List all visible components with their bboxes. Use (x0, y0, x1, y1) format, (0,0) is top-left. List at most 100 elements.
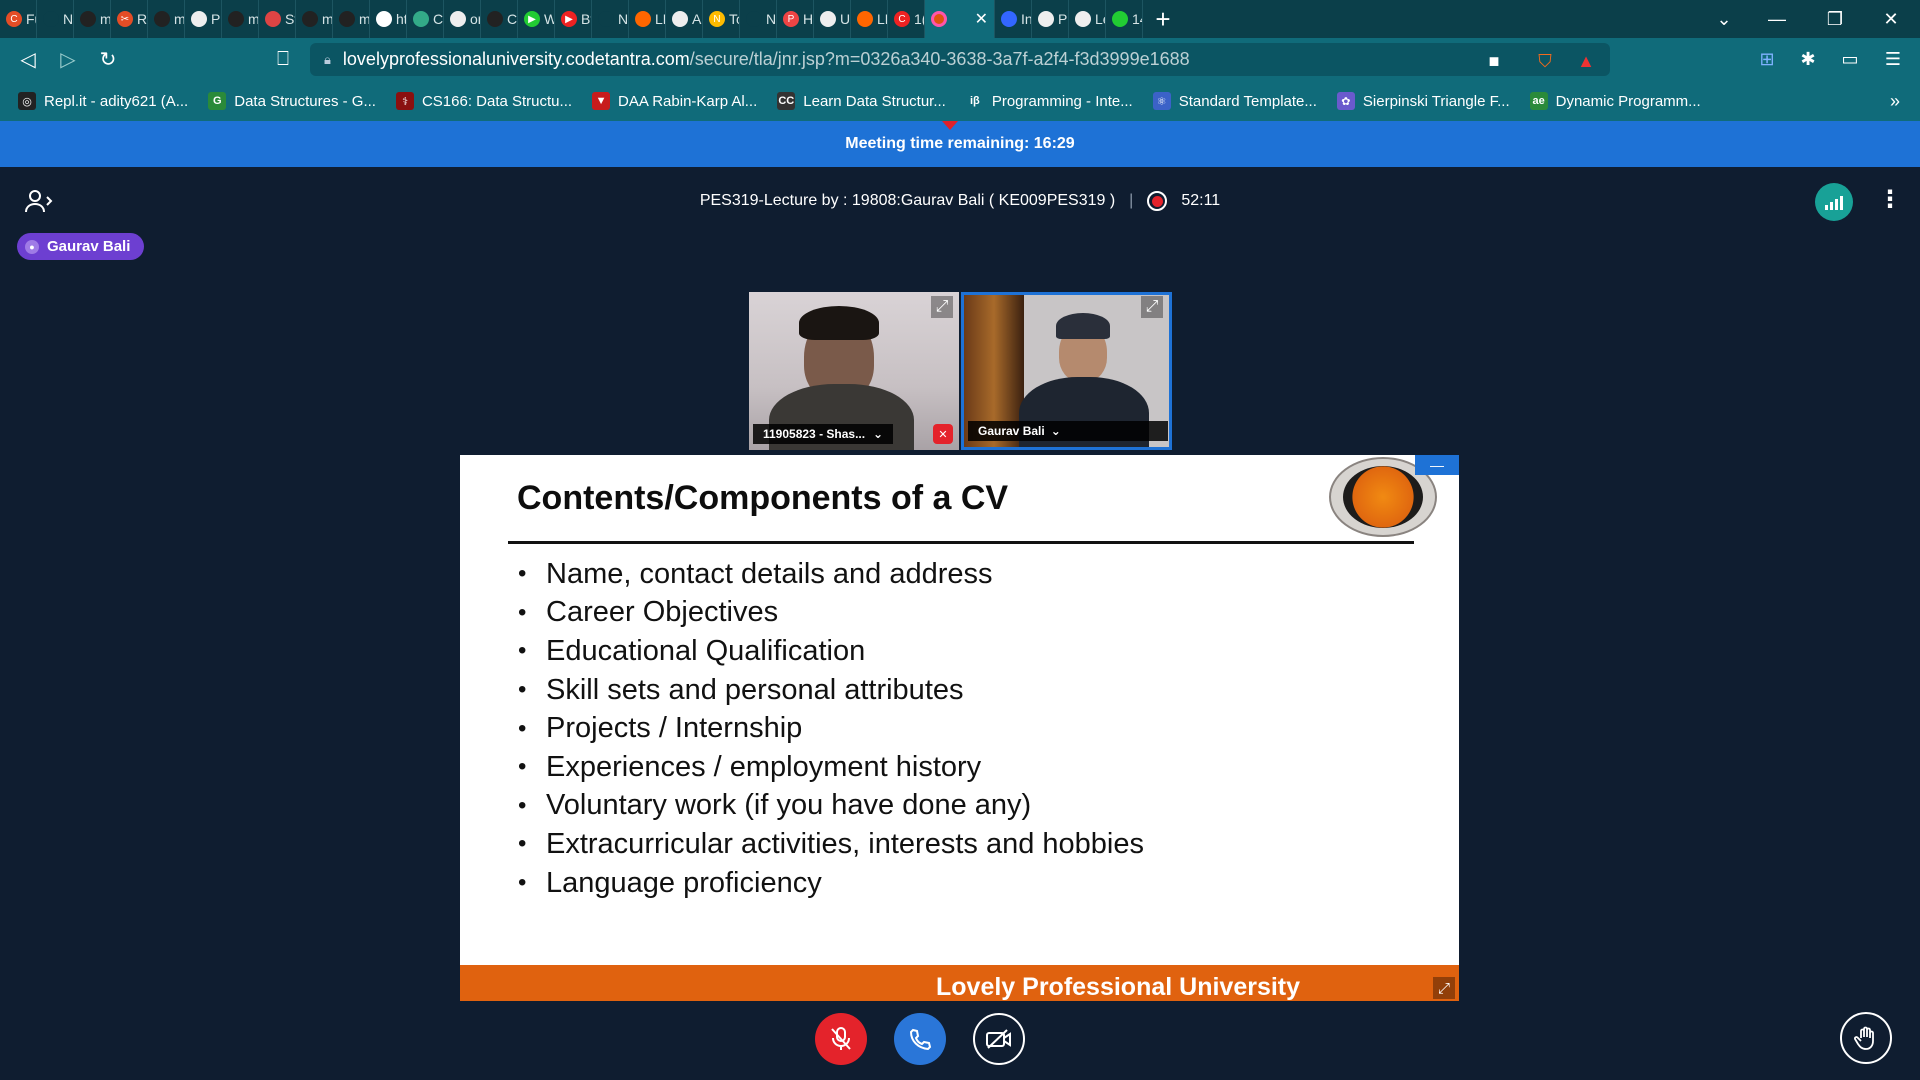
meeting-title: PES319-Lecture by : 19808:Gaurav Bali ( … (699, 192, 1116, 209)
brave-shield-icon[interactable]: ⛉ (1525, 40, 1565, 83)
browser-tab[interactable]: m (222, 0, 259, 38)
browser-tab[interactable]: New T (592, 0, 629, 38)
tab-favicon-icon (672, 11, 688, 27)
camera-off-button[interactable] (973, 1013, 1025, 1065)
menu-icon[interactable]: ☰ (1873, 38, 1913, 81)
tab-favicon-icon (820, 11, 836, 27)
recording-favicon-icon (931, 11, 947, 27)
new-tab-button[interactable]: + (1143, 0, 1183, 38)
bookmark-label: Standard Template... (1178, 92, 1317, 110)
browser-tab[interactable]: A (666, 0, 703, 38)
video-tile-student[interactable]: ⤢ 11905823 - Shas... ⌄ ✕ (749, 292, 959, 450)
expand-tile-icon[interactable]: ⤢ (931, 296, 953, 318)
tile-participant-name: Gaurav Bali (978, 424, 1045, 438)
browser-tab[interactable]: NTc (703, 0, 740, 38)
tab-favicon-icon (339, 11, 355, 27)
browser-tab[interactable]: or (444, 0, 481, 38)
tab-label: m (322, 11, 333, 27)
bookmark-item[interactable]: ae Dynamic Programm... (1529, 92, 1701, 110)
browser-tab[interactable]: New T (740, 0, 777, 38)
browser-tab[interactable]: ▶W (518, 0, 555, 38)
expand-tile-icon[interactable]: ⤢ (1141, 296, 1163, 318)
tab-favicon-icon (635, 11, 651, 27)
tab-label: m (174, 11, 185, 27)
browser-tab[interactable]: CFu (0, 0, 37, 38)
browser-tab[interactable]: m (74, 0, 111, 38)
browser-tab[interactable]: Ul (814, 0, 851, 38)
tab-search-dropdown-icon[interactable]: ⌄ (1695, 0, 1753, 38)
bookmark-item[interactable]: G Data Structures - G... (208, 92, 376, 110)
tile-name-bar[interactable]: Gaurav Bali ⌄ (968, 421, 1168, 441)
tab-label: 1( (914, 11, 924, 27)
browser-tab[interactable]: Le (1069, 0, 1106, 38)
forward-icon[interactable]: ▷ (48, 40, 88, 80)
bookmark-item[interactable]: ▼ DAA Rabin-Karp Al... (592, 92, 757, 110)
camera-icon[interactable]: ■ (1474, 40, 1514, 83)
browser-tab[interactable]: Ca (407, 0, 444, 38)
network-signal-icon[interactable] (1815, 183, 1853, 221)
browser-tab[interactable]: ✂Rc (111, 0, 148, 38)
address-bar[interactable]: 🔒︎ lovelyprofessionaluniversity.codetant… (310, 43, 1610, 76)
bookmarks-overflow-icon[interactable]: » (1890, 81, 1900, 121)
wallet-icon[interactable]: ▭ (1830, 38, 1870, 81)
browser-tab[interactable]: In (995, 0, 1032, 38)
slide-bullet-list: Name, contact details and addressCareer … (518, 555, 1144, 902)
reload-icon[interactable]: ↻ (88, 40, 128, 80)
tab-label: Pr (1058, 11, 1068, 27)
url-host: lovelyprofessionaluniversity.codetantra.… (342, 49, 690, 69)
translate-icon[interactable]: ⊞ (1747, 38, 1787, 81)
bookmark-item[interactable]: ⚕ CS166: Data Structu... (395, 92, 572, 110)
browser-tab[interactable]: LF (851, 0, 888, 38)
minimize-button[interactable]: — (1748, 0, 1806, 38)
mic-icon: ● (25, 239, 39, 254)
browser-tab[interactable]: Pl (185, 0, 222, 38)
close-window-button[interactable]: ✕ (1862, 0, 1920, 38)
browser-tab[interactable]: Cc (481, 0, 518, 38)
browser-tab[interactable]: PH (777, 0, 814, 38)
leave-call-button[interactable] (894, 1013, 946, 1065)
rewards-icon[interactable]: ▲ (1566, 40, 1606, 83)
browser-tab[interactable]: m (296, 0, 333, 38)
bookmark-item[interactable]: CC Learn Data Structur... (777, 92, 946, 110)
bookmark-item[interactable]: ◎ Repl.it - adity621 (A... (18, 92, 188, 110)
tab-favicon-icon (228, 11, 244, 27)
restore-button[interactable]: ❐ (1806, 0, 1864, 38)
browser-tab[interactable]: m (148, 0, 185, 38)
tile-name-bar[interactable]: 11905823 - Shas... ⌄ (753, 424, 893, 444)
browser-tab[interactable]: New T (37, 0, 74, 38)
tab-favicon-icon (191, 11, 207, 27)
bookmark-item[interactable]: ✿ Sierpinski Triangle F... (1336, 92, 1510, 110)
mute-mic-button[interactable] (815, 1013, 867, 1065)
tile-participant-name: 11905823 - Shas... (763, 427, 866, 441)
browser-tab[interactable]: ▶Bt (555, 0, 592, 38)
browser-tab[interactable]: C1( (888, 0, 925, 38)
tab-favicon-icon: N (709, 11, 725, 27)
raise-hand-button[interactable] (1840, 1012, 1892, 1064)
browser-tab[interactable]: ▲ ht (370, 0, 407, 38)
browser-tab[interactable]: Sv (259, 0, 296, 38)
close-tab-icon[interactable]: ✕ (975, 9, 988, 29)
browser-toolbar: ◁ ▷ ↻ ⎕ 🔒︎ lovelyprofessionaluniversity.… (0, 38, 1920, 81)
slide-footer-text: Lovely Professional University (936, 973, 1301, 1001)
tab-favicon-icon (43, 11, 59, 27)
muted-mic-icon: ✕ (933, 424, 953, 444)
tab-favicon-icon (265, 11, 281, 27)
bookmark-item[interactable]: ⚛ Standard Template... (1152, 92, 1317, 110)
tab-favicon-icon (857, 11, 873, 27)
more-options-icon[interactable]: ⋮ (1878, 185, 1902, 214)
browser-tab[interactable]: LF (629, 0, 666, 38)
video-tile-presenter[interactable]: ⤢ Gaurav Bali ⌄ (961, 292, 1172, 450)
fullscreen-slide-icon[interactable]: ⤢ (1433, 977, 1455, 999)
minimize-slide-button[interactable]: — (1415, 455, 1459, 475)
browser-tab[interactable]: 14 (1106, 0, 1143, 38)
active-browser-tab[interactable]: ✕ (925, 0, 995, 38)
browser-tab[interactable]: m (333, 0, 370, 38)
tab-label: Tc (729, 11, 739, 27)
browser-tab[interactable]: Pr (1032, 0, 1069, 38)
active-speaker-badge: ● Gaurav Bali (17, 233, 145, 260)
bookmark-item[interactable]: iβ Programming - Inte... (965, 92, 1133, 110)
bookmark-icon[interactable]: ⎕ (263, 39, 303, 79)
extensions-icon[interactable]: ✱ (1788, 38, 1828, 81)
back-icon[interactable]: ◁ (8, 40, 48, 80)
tab-label: LF (655, 11, 665, 27)
